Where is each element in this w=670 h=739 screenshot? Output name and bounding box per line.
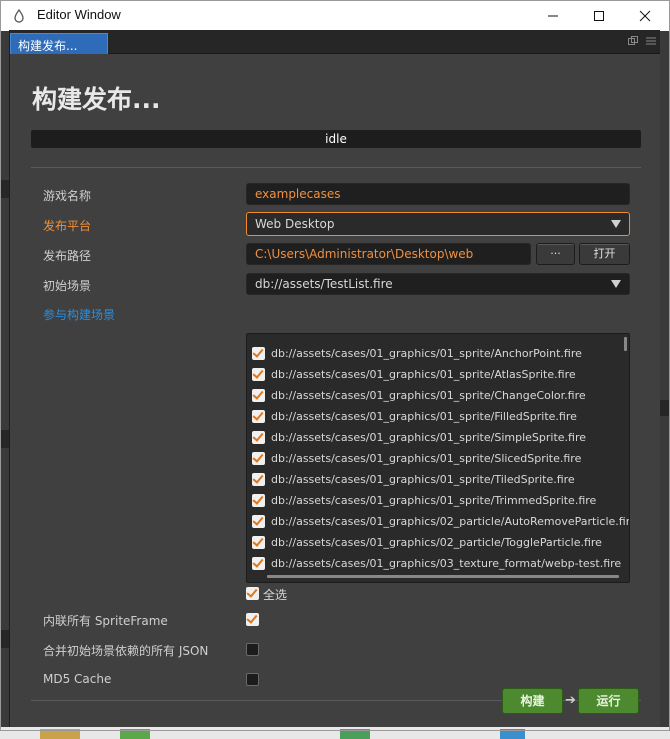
build-path-label: 发布路径 xyxy=(43,249,92,263)
list-item[interactable]: db://assets/cases/01_graphics/02_particl… xyxy=(252,532,602,553)
scene-checkbox[interactable] xyxy=(252,410,265,423)
scene-checkbox[interactable] xyxy=(252,473,265,486)
list-item[interactable]: db://assets/cases/01_graphics/01_sprite/… xyxy=(252,406,577,427)
page-title: 构建发布... xyxy=(32,85,161,114)
game-name-input[interactable]: examplecases xyxy=(246,183,630,205)
divider xyxy=(31,167,641,168)
scene-checkbox[interactable] xyxy=(252,389,265,402)
scene-path: db://assets/cases/01_graphics/03_texture… xyxy=(271,557,622,570)
list-item[interactable]: db://assets/cases/01_graphics/01_sprite/… xyxy=(252,448,581,469)
start-scene-label: 初始场景 xyxy=(43,279,92,293)
build-status-bar: idle xyxy=(31,130,641,148)
scene-path: db://assets/cases/01_graphics/01_sprite/… xyxy=(271,431,586,444)
start-scene-value: db://assets/TestList.fire xyxy=(255,277,393,291)
scene-checkbox[interactable] xyxy=(252,536,265,549)
vertical-scrollbar[interactable] xyxy=(624,337,627,351)
maximize-icon xyxy=(594,11,604,21)
chevron-down-icon xyxy=(611,280,621,288)
title-bar[interactable]: Editor Window xyxy=(1,1,669,31)
scene-path: db://assets/cases/01_graphics/01_sprite/… xyxy=(271,452,582,465)
tab-build[interactable]: 构建发布... xyxy=(10,33,108,54)
cocos-logo-icon xyxy=(14,9,24,23)
select-all-checkbox[interactable] xyxy=(246,587,259,600)
build-path-input[interactable]: C:\Users\Administrator\Desktop\web xyxy=(246,243,531,265)
minimize-icon xyxy=(548,15,558,17)
scene-checkbox[interactable] xyxy=(252,494,265,507)
scene-path: db://assets/cases/01_graphics/02_particl… xyxy=(271,536,602,549)
scene-path: db://assets/cases/01_graphics/02_particl… xyxy=(271,515,630,528)
tab-bar: 构建发布... xyxy=(10,30,660,54)
start-scene-select[interactable]: db://assets/TestList.fire xyxy=(246,273,630,295)
list-item[interactable]: db://assets/cases/01_graphics/01_sprite/… xyxy=(252,343,582,364)
chevron-down-icon xyxy=(611,220,621,228)
game-name-label: 游戏名称 xyxy=(43,189,92,203)
md5-cache-checkbox[interactable] xyxy=(246,673,259,686)
window-title: Editor Window xyxy=(37,7,121,22)
merge-json-checkbox[interactable] xyxy=(246,643,259,656)
platform-value: Web Desktop xyxy=(255,217,335,231)
scene-path: db://assets/cases/01_graphics/01_sprite/… xyxy=(271,494,597,507)
scene-path: db://assets/cases/01_graphics/01_sprite/… xyxy=(271,473,575,486)
list-item[interactable]: db://assets/cases/01_graphics/01_sprite/… xyxy=(252,385,586,406)
open-button[interactable]: 打开 xyxy=(579,243,630,265)
list-item[interactable]: db://assets/cases/01_graphics/02_particl… xyxy=(252,511,630,532)
horizontal-scrollbar[interactable] xyxy=(267,575,619,578)
scene-checkbox[interactable] xyxy=(252,368,265,381)
platform-label: 发布平台 xyxy=(43,219,92,233)
menu-icon[interactable] xyxy=(646,36,656,46)
browse-button[interactable]: ··· xyxy=(536,243,575,265)
list-item[interactable]: db://assets/cases/01_graphics/01_sprite/… xyxy=(252,427,586,448)
scene-checkbox[interactable] xyxy=(252,431,265,444)
scene-list[interactable]: db://assets/cases/01_graphics/01_sprite/… xyxy=(246,333,630,583)
list-item[interactable]: db://assets/cases/01_graphics/03_texture… xyxy=(252,553,621,574)
tab-tools xyxy=(628,36,656,46)
scene-checkbox[interactable] xyxy=(252,557,265,570)
inline-spriteframe-checkbox[interactable] xyxy=(246,613,259,626)
arrow-right-icon: ➔ xyxy=(565,693,576,708)
close-button[interactable] xyxy=(622,1,668,31)
scene-checkbox[interactable] xyxy=(252,452,265,465)
editor-panel: 构建发布... 构建发布... idle 游戏名称 examplecases 发… xyxy=(9,30,660,727)
close-icon xyxy=(639,10,651,22)
scene-path: db://assets/cases/01_graphics/01_sprite/… xyxy=(271,347,582,360)
build-button[interactable]: 构建 xyxy=(502,688,563,714)
md5-cache-label: MD5 Cache xyxy=(43,672,112,686)
scene-path: db://assets/cases/01_graphics/01_sprite/… xyxy=(271,368,576,381)
scene-path: db://assets/cases/01_graphics/01_sprite/… xyxy=(271,410,577,423)
merge-json-label: 合并初始场景依赖的所有 JSON xyxy=(43,644,209,658)
inline-spriteframe-label: 内联所有 SpriteFrame xyxy=(43,614,168,628)
list-item[interactable]: db://assets/cases/01_graphics/01_sprite/… xyxy=(252,469,575,490)
select-all-label: 全选 xyxy=(263,588,288,602)
scene-checkbox[interactable] xyxy=(252,515,265,528)
build-panel: 构建发布... idle 游戏名称 examplecases 发布平台 Web … xyxy=(10,54,660,727)
platform-select[interactable]: Web Desktop xyxy=(246,212,630,236)
run-button[interactable]: 运行 xyxy=(578,688,639,714)
scenes-label: 参与构建场景 xyxy=(43,308,116,322)
scene-path: db://assets/cases/01_graphics/01_sprite/… xyxy=(271,389,586,402)
minimize-button[interactable] xyxy=(530,1,576,31)
scene-checkbox[interactable] xyxy=(252,347,265,360)
list-item[interactable]: db://assets/cases/01_graphics/01_sprite/… xyxy=(252,490,596,511)
maximize-button[interactable] xyxy=(576,1,622,31)
list-item[interactable]: db://assets/cases/01_graphics/01_sprite/… xyxy=(252,364,576,385)
popout-icon[interactable] xyxy=(628,36,638,46)
